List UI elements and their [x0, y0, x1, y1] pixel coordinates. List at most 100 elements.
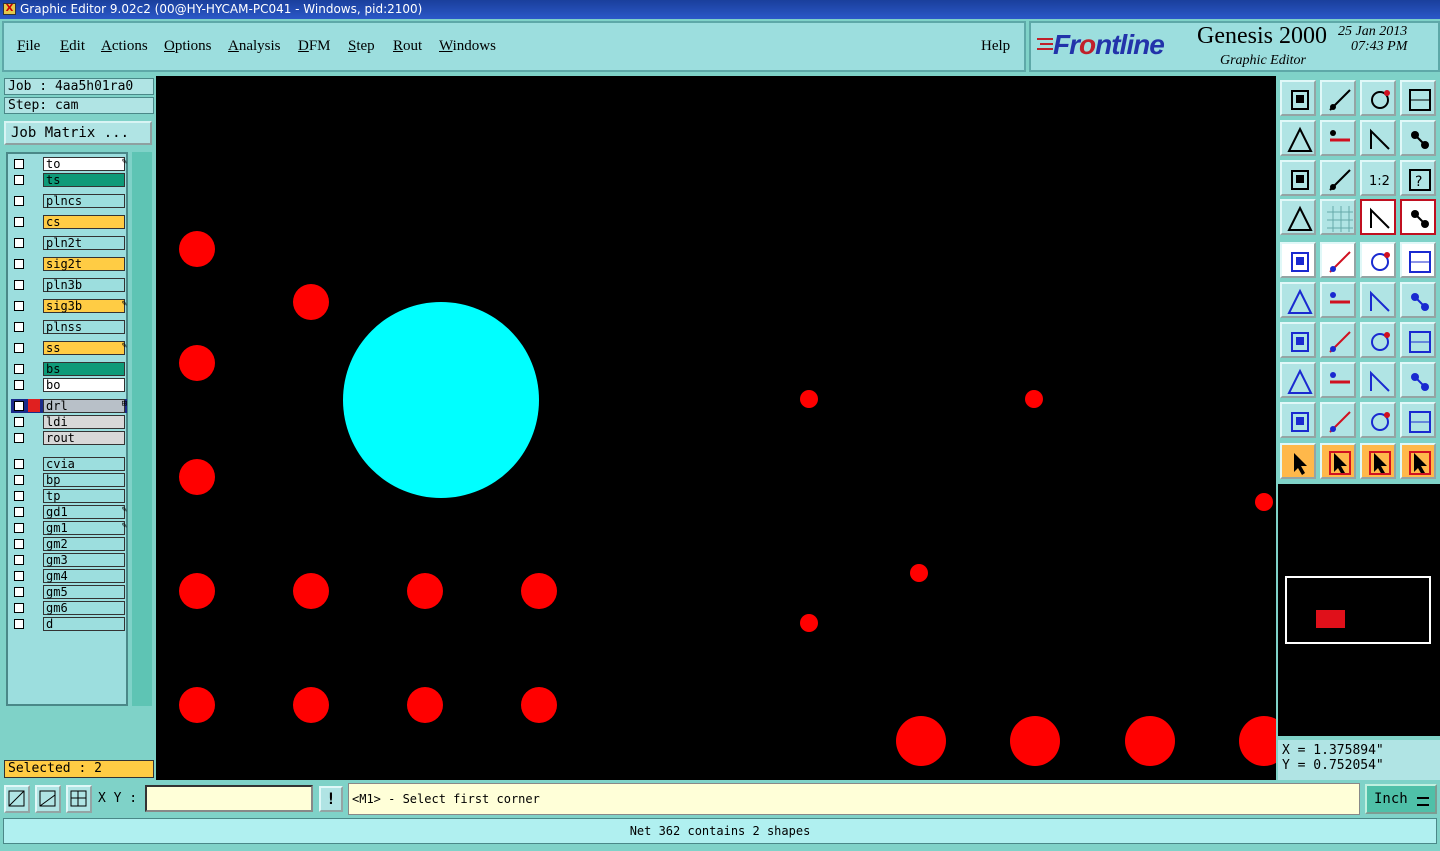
- layer-row-bs[interactable]: bs: [11, 362, 127, 376]
- layer-row-ldi[interactable]: ldi: [11, 415, 127, 429]
- ruler-button[interactable]: [1360, 242, 1396, 278]
- menu-dfm[interactable]: DFM: [298, 38, 331, 55]
- zoom-in-button[interactable]: [1320, 120, 1356, 156]
- layer-checkbox[interactable]: [14, 523, 24, 533]
- graphic-canvas[interactable]: [156, 76, 1276, 780]
- layer-name[interactable]: plnss: [43, 320, 125, 334]
- layer-row-pln2t[interactable]: pln2t: [11, 236, 127, 250]
- trapezoid-button[interactable]: [1360, 402, 1396, 438]
- layer-checkbox[interactable]: [14, 433, 24, 443]
- cross-button[interactable]: [1320, 282, 1356, 318]
- menu-edit[interactable]: Edit: [60, 38, 85, 55]
- layer-name[interactable]: gm3: [43, 553, 125, 567]
- layer-row-plncs[interactable]: plncs: [11, 194, 127, 208]
- layer-checkbox[interactable]: [14, 475, 24, 485]
- home-view-button[interactable]: [1360, 80, 1396, 116]
- pad-solid-button[interactable]: [1400, 242, 1436, 278]
- layer-row-cs[interactable]: cs: [11, 215, 127, 229]
- layer-checkbox[interactable]: [14, 175, 24, 185]
- layer-name[interactable]: sig2t: [43, 257, 125, 271]
- layer-checkbox[interactable]: [14, 343, 24, 353]
- node-move-button[interactable]: [1400, 282, 1436, 318]
- layer-row-rout[interactable]: rout: [11, 431, 127, 445]
- layer-row-ts[interactable]: ts: [11, 173, 127, 187]
- layer-name[interactable]: to: [43, 157, 125, 171]
- layer-name[interactable]: ss: [43, 341, 125, 355]
- panel-split-button[interactable]: [1400, 80, 1436, 116]
- pcb-drawing[interactable]: [156, 76, 1276, 780]
- zoom-back-button[interactable]: [1320, 80, 1356, 116]
- menu-file[interactable]: File: [17, 38, 40, 55]
- layer-row-tp[interactable]: tp: [11, 489, 127, 503]
- undo-view-button[interactable]: [1360, 120, 1396, 156]
- layer-name[interactable]: d: [43, 617, 125, 631]
- layer-name[interactable]: pln3b: [43, 278, 125, 292]
- mirror-button[interactable]: [1400, 322, 1436, 358]
- layer-name[interactable]: ts: [43, 173, 125, 187]
- scale-1-2-button[interactable]: 1:2: [1360, 160, 1396, 196]
- layer-row-drl[interactable]: drl ⊞: [11, 399, 127, 413]
- layer-name[interactable]: gm6: [43, 601, 125, 615]
- triangle-button[interactable]: [1280, 402, 1316, 438]
- layer-name[interactable]: bp: [43, 473, 125, 487]
- net-connect-button[interactable]: [1360, 199, 1396, 235]
- layer-row-gm1[interactable]: gm1 ✎: [11, 521, 127, 535]
- layer-checkbox[interactable]: [14, 491, 24, 501]
- layer-checkbox[interactable]: [14, 459, 24, 469]
- polygon-button[interactable]: [1320, 402, 1356, 438]
- layer-checkbox[interactable]: [14, 555, 24, 565]
- layer-checkbox[interactable]: [14, 401, 24, 411]
- layer-checkbox[interactable]: [14, 380, 24, 390]
- layer-row-sig2t[interactable]: sig2t: [11, 257, 127, 271]
- layer-row-sig3b[interactable]: sig3b ✎: [11, 299, 127, 313]
- line-horizontal-button[interactable]: [1320, 362, 1356, 398]
- line-draw-button[interactable]: [1320, 322, 1356, 358]
- net-mode-button[interactable]: [1400, 199, 1436, 235]
- menu-options[interactable]: Options: [164, 38, 212, 55]
- select-pointer-button[interactable]: [1280, 443, 1316, 479]
- layer-name[interactable]: pln2t: [43, 236, 125, 250]
- alert-button[interactable]: !: [319, 786, 343, 812]
- contour-button[interactable]: [1400, 402, 1436, 438]
- menu-actions[interactable]: Actions: [101, 38, 148, 55]
- layer-checkbox[interactable]: [14, 301, 24, 311]
- tools-button[interactable]: [1280, 199, 1316, 235]
- outline-button[interactable]: [1320, 242, 1356, 278]
- zoom-home-button[interactable]: [1280, 80, 1316, 116]
- layer-checkbox[interactable]: [14, 539, 24, 549]
- layer-row-gm4[interactable]: gm4: [11, 569, 127, 583]
- line-angle-button[interactable]: [1280, 322, 1316, 358]
- snake-button[interactable]: [1400, 120, 1436, 156]
- grid-snap-button[interactable]: [66, 785, 92, 813]
- layer-checkbox[interactable]: [14, 259, 24, 269]
- pan-center-button[interactable]: [1320, 160, 1356, 196]
- layer-row-gm6[interactable]: gm6: [11, 601, 127, 615]
- layer-checkbox[interactable]: [14, 238, 24, 248]
- menu-step[interactable]: Step: [348, 38, 375, 55]
- zoom-out-button[interactable]: [1280, 120, 1316, 156]
- select-highlight-button[interactable]: [1360, 443, 1396, 479]
- display-fill-button[interactable]: [1280, 242, 1316, 278]
- measure-button[interactable]: [1360, 362, 1396, 398]
- layer-name[interactable]: sig3b: [43, 299, 125, 313]
- select-box-button[interactable]: [1320, 443, 1356, 479]
- layer-checkbox[interactable]: [14, 603, 24, 613]
- xy-input[interactable]: [145, 785, 313, 812]
- arrow-node-button[interactable]: [1360, 282, 1396, 318]
- grid-button[interactable]: [1320, 199, 1356, 235]
- layer-row-gd1[interactable]: gd1 ✎: [11, 505, 127, 519]
- layer-row-cvia[interactable]: cvia: [11, 457, 127, 471]
- layer-row-bp[interactable]: bp: [11, 473, 127, 487]
- menu-windows[interactable]: Windows: [439, 38, 496, 55]
- layer-row-gm5[interactable]: gm5: [11, 585, 127, 599]
- select-route-button[interactable]: [1400, 443, 1436, 479]
- layer-name[interactable]: cs: [43, 215, 125, 229]
- job-matrix-button[interactable]: Job Matrix ...: [4, 121, 152, 145]
- fit-all-button[interactable]: [1280, 160, 1316, 196]
- layer-name[interactable]: plncs: [43, 194, 125, 208]
- layer-name[interactable]: rout: [43, 431, 125, 445]
- menu-help[interactable]: Help: [981, 38, 1010, 55]
- layer-row-plnss[interactable]: plnss: [11, 320, 127, 334]
- layer-checkbox[interactable]: [14, 196, 24, 206]
- layer-checkbox[interactable]: [14, 619, 24, 629]
